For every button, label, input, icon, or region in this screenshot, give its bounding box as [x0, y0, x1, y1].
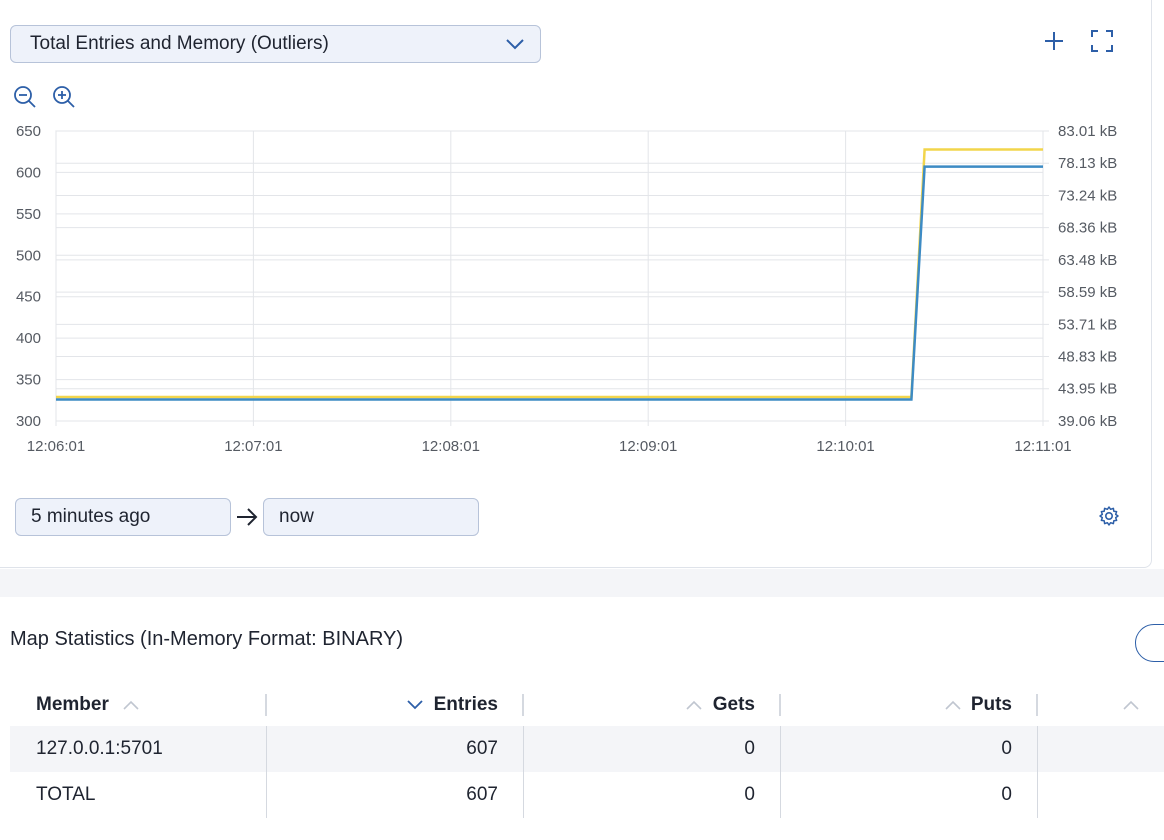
- range-to-input[interactable]: now: [263, 498, 479, 536]
- zoom-out-icon[interactable]: [13, 85, 37, 109]
- chart-type-value: Total Entries and Memory (Outliers): [30, 33, 329, 54]
- cell-entries: 607: [267, 726, 524, 772]
- plus-icon[interactable]: [1043, 30, 1065, 52]
- cell-puts: 0: [781, 772, 1038, 818]
- range-from-input[interactable]: 5 minutes ago: [15, 498, 231, 536]
- cell-puts: 0: [781, 726, 1038, 772]
- y-left-tick-label: 450: [16, 289, 41, 306]
- y-right-tick-label: 73.24 kB: [1058, 187, 1117, 204]
- entries-memory-chart[interactable]: 650 600 550 500 450 400 350 300 83.01 kB 78.13 kB…: [0, 115, 1164, 460]
- column-header-puts[interactable]: Puts: [781, 684, 1038, 726]
- sort-asc-icon: [1123, 700, 1139, 710]
- y-right-tick-label: 83.01 kB: [1058, 123, 1117, 140]
- y-right-tick-label: 39.06 kB: [1058, 413, 1117, 430]
- x-tick-label: 12:08:01: [422, 438, 480, 455]
- sort-asc-icon: [944, 700, 961, 710]
- y-left-tick-label: 650: [16, 123, 41, 140]
- cell-member: TOTAL: [10, 772, 267, 818]
- table-row[interactable]: 127.0.0.1:5701 607 0 0: [10, 726, 1164, 772]
- column-header-entries[interactable]: Entries: [267, 684, 524, 726]
- pill-button[interactable]: [1135, 624, 1164, 662]
- cell-member: 127.0.0.1:5701: [10, 726, 267, 772]
- y-left-tick-label: 350: [16, 372, 41, 389]
- y-left-tick-label: 600: [16, 164, 41, 181]
- cell-extra: [1038, 772, 1164, 818]
- map-statistics-table: Member Entries Gets Puts 127.0.0.1:5701: [10, 684, 1164, 818]
- cell-entries: 607: [267, 772, 524, 818]
- column-header-member[interactable]: Member: [10, 684, 267, 726]
- y-right-tick-label: 43.95 kB: [1058, 381, 1117, 398]
- x-tick-label: 12:07:01: [224, 438, 282, 455]
- chevron-down-icon: [506, 39, 524, 50]
- y-right-tick-label: 68.36 kB: [1058, 220, 1117, 237]
- y-right-tick-label: 58.59 kB: [1058, 284, 1117, 301]
- y-left-tick-label: 500: [16, 247, 41, 264]
- plot-area: [55, 130, 1044, 422]
- column-header-gets[interactable]: Gets: [524, 684, 781, 726]
- y-left-tick-label: 300: [16, 413, 41, 430]
- y-right-tick-label: 48.83 kB: [1058, 349, 1117, 366]
- map-statistics-title: Map Statistics (In-Memory Format: BINARY…: [10, 628, 404, 650]
- y-right-tick-label: 53.71 kB: [1058, 316, 1117, 333]
- column-header-more[interactable]: [1038, 684, 1164, 726]
- x-tick-label: 12:10:01: [816, 438, 874, 455]
- range-to-value: now: [279, 506, 314, 527]
- table-row[interactable]: TOTAL 607 0 0: [10, 772, 1164, 818]
- y-left-tick-label: 550: [16, 206, 41, 223]
- cell-gets: 0: [524, 772, 781, 818]
- section-divider: [0, 569, 1164, 597]
- sort-asc-icon: [686, 700, 703, 710]
- y-right-tick-label: 78.13 kB: [1058, 155, 1117, 172]
- y-left-tick-label: 400: [16, 330, 41, 347]
- range-from-value: 5 minutes ago: [31, 506, 151, 527]
- x-tick-label: 12:11:01: [1014, 438, 1071, 455]
- x-tick-label: 12:06:01: [27, 438, 85, 455]
- cell-gets: 0: [524, 726, 781, 772]
- chart-type-select[interactable]: Total Entries and Memory (Outliers): [10, 25, 541, 63]
- gear-icon[interactable]: [1098, 505, 1120, 527]
- sort-desc-icon: [407, 700, 423, 710]
- sort-asc-icon: [123, 700, 139, 710]
- x-tick-label: 12:09:01: [619, 438, 677, 455]
- expand-icon[interactable]: [1090, 29, 1114, 53]
- cell-extra: [1038, 726, 1164, 772]
- y-right-tick-label: 63.48 kB: [1058, 252, 1117, 269]
- zoom-in-icon[interactable]: [52, 85, 76, 109]
- arrow-right-icon: [237, 508, 258, 526]
